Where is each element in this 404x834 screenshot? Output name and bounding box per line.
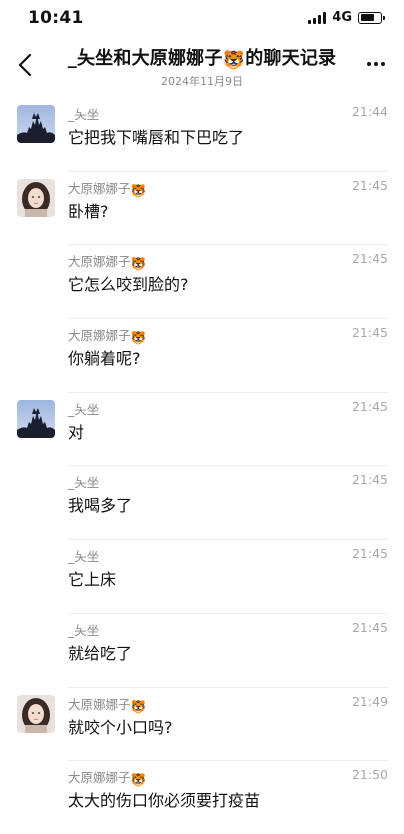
more-button[interactable] — [362, 52, 390, 76]
nav-title-group: _夨坐和大原娜娜子🐯的聊天记录 2024年11月9日 — [50, 44, 354, 89]
sender-name: 大原娜娜子🐯 — [68, 251, 146, 272]
battery-level — [360, 14, 374, 21]
message-text: 就咬个小口吗? — [68, 717, 173, 737]
message-row[interactable]: _夨坐 21:45 对 — [0, 393, 404, 467]
message-text: 就给吃了 — [68, 643, 133, 663]
more-dot — [367, 62, 371, 66]
message-row[interactable]: 大原娜娜子🐯 21:50 太大的伤口你必须要打疫苗 — [0, 761, 404, 834]
message-time: 21:45 — [351, 251, 388, 267]
page-subtitle: 2024年11月9日 — [161, 75, 243, 88]
battery-icon — [358, 11, 385, 24]
message-time: 21:49 — [351, 693, 388, 709]
message-row[interactable]: 大原娜娜子🐯 21:45 卧槽? — [0, 172, 404, 246]
chevron-left-icon — [18, 54, 32, 76]
nav-header: _夨坐和大原娜娜子🐯的聊天记录 2024年11月9日 — [0, 40, 404, 90]
status-bar: 10:41 4G — [0, 0, 404, 34]
sender-name-text: 大原娜娜子 — [68, 180, 131, 196]
message-row[interactable]: 大原娜娜子🐯 21:49 就咬个小口吗? — [0, 688, 404, 762]
avatar[interactable] — [17, 694, 55, 733]
title-suffix: 的聊天记录 — [245, 48, 337, 69]
status-time: 10:41 — [28, 8, 84, 28]
message-time: 21:44 — [351, 104, 388, 119]
message-row[interactable]: _夨坐 21:45 就给吃了 — [0, 614, 404, 688]
title-prefix: _夨坐和大原娜娜子 — [67, 48, 223, 69]
sender-name: 大原娜娜子🐯 — [68, 325, 146, 346]
sender-name: _夨坐 — [68, 472, 99, 491]
message-time: 21:45 — [351, 325, 388, 341]
sender-name: 大原娜娜子🐯 — [68, 694, 146, 715]
sender-name: 大原娜娜子🐯 — [68, 178, 146, 199]
avatar[interactable] — [17, 399, 55, 438]
tiger-emoji-icon: 🐯 — [130, 182, 147, 198]
sender-name-text: _夨坐 — [68, 475, 100, 491]
tiger-emoji-icon: 🐯 — [130, 698, 147, 714]
status-indicators: 4G — [308, 10, 385, 25]
message-time: 21:45 — [351, 472, 388, 488]
message-row[interactable]: 大原娜娜子🐯 21:45 它怎么咬到脸的? — [0, 245, 404, 320]
message-text: 它上床 — [68, 570, 117, 590]
page-title: _夨坐和大原娜娜子🐯的聊天记录 — [50, 44, 354, 71]
avatar[interactable] — [17, 105, 55, 143]
signal-icon — [308, 11, 327, 24]
network-label: 4G — [332, 10, 352, 25]
sender-name-text: 大原娜娜子 — [68, 696, 131, 712]
sender-name: _夨坐 — [68, 104, 99, 123]
tiger-emoji-icon: 🐯 — [130, 256, 147, 272]
sender-name-text: 大原娜娜子 — [68, 328, 131, 344]
more-dot — [374, 62, 378, 66]
more-dot — [381, 62, 385, 66]
message-text: 它把我下嘴唇和下巴吃了 — [68, 128, 245, 147]
message-time: 21:45 — [351, 177, 388, 193]
sender-name-text: _夨坐 — [68, 622, 100, 638]
tiger-emoji-icon: 🐯 — [130, 330, 147, 346]
message-row[interactable]: _夨坐 21:45 它上床 — [0, 540, 404, 614]
message-text: 我喝多了 — [68, 496, 133, 516]
message-time: 21:45 — [351, 619, 388, 635]
sender-name-text: _夨坐 — [68, 107, 100, 122]
message-time: 21:50 — [351, 767, 388, 783]
message-row[interactable]: _夨坐 21:45 我喝多了 — [0, 466, 404, 541]
sender-name: 大原娜娜子🐯 — [68, 767, 146, 788]
tiger-emoji-icon: 🐯 — [222, 50, 246, 71]
message-list: _夨坐 21:44 它把我下嘴唇和下巴吃了 大原娜娜子🐯 21:45 卧槽? 大原娜娜子🐯… — [0, 98, 404, 834]
message-time: 21:45 — [351, 546, 388, 562]
sender-name: _夨坐 — [68, 620, 99, 639]
avatar[interactable] — [17, 178, 55, 217]
message-text: 你躺着呢? — [68, 349, 141, 369]
sender-name: _夨坐 — [68, 546, 99, 565]
tiger-emoji-icon: 🐯 — [130, 772, 147, 788]
message-row[interactable]: 大原娜娜子🐯 21:45 你躺着呢? — [0, 319, 404, 393]
message-text: 对 — [68, 422, 85, 442]
sender-name: _夨坐 — [68, 399, 99, 418]
message-text: 太大的伤口你必须要打疫苗 — [68, 791, 261, 811]
back-button[interactable] — [10, 48, 40, 82]
sender-name-text: 大原娜娜子 — [68, 254, 131, 270]
sender-name-text: 大原娜娜子 — [68, 770, 131, 786]
message-text: 它怎么咬到脸的? — [68, 275, 189, 295]
sender-name-text: _夨坐 — [68, 549, 100, 565]
message-row[interactable]: _夨坐 21:44 它把我下嘴唇和下巴吃了 — [0, 98, 404, 172]
message-time: 21:45 — [351, 398, 388, 414]
message-text: 卧槽? — [68, 201, 109, 221]
sender-name-text: _夨坐 — [68, 401, 100, 417]
